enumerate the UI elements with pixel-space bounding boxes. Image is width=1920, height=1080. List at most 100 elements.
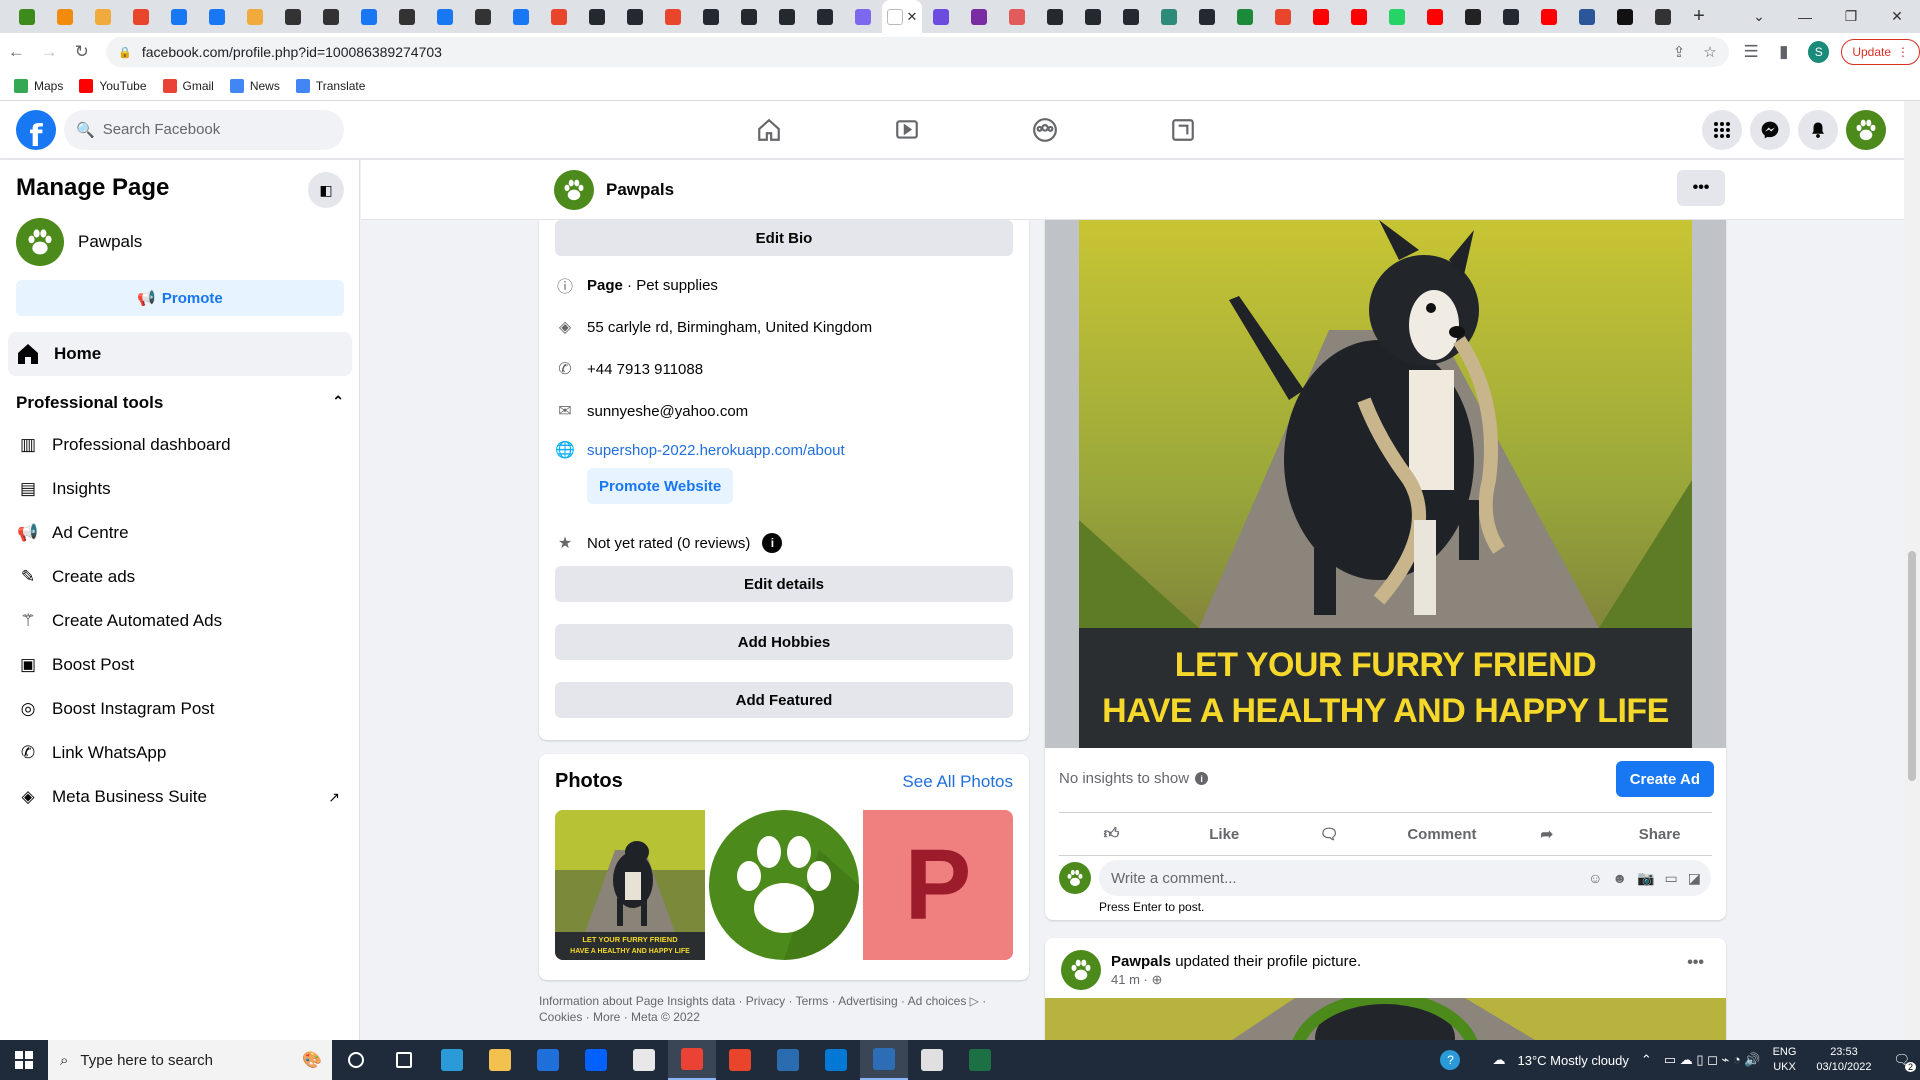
- browser-tab[interactable]: [1492, 0, 1530, 33]
- github-desktop-icon[interactable]: [620, 1040, 668, 1080]
- browser-tab[interactable]: [768, 0, 806, 33]
- browser-tab[interactable]: [502, 0, 540, 33]
- page-scrollbar[interactable]: [1904, 101, 1920, 1041]
- sidebar-item[interactable]: ▥ Professional dashboard: [16, 423, 346, 467]
- dropbox-icon[interactable]: [572, 1040, 620, 1080]
- browser-tab[interactable]: [1150, 0, 1188, 33]
- post2-time[interactable]: 41 m ·: [1111, 972, 1151, 987]
- url-field[interactable]: 🔒 facebook.com/profile.php?id=1000863892…: [106, 37, 1729, 67]
- sticker-icon[interactable]: ◪: [1688, 870, 1701, 887]
- bookmark-gmail[interactable]: Gmail: [162, 78, 214, 93]
- vscode-icon[interactable]: [812, 1040, 860, 1080]
- back-icon[interactable]: ←: [0, 35, 33, 69]
- browser-tab[interactable]: [46, 0, 84, 33]
- edit-bio-button[interactable]: Edit Bio: [555, 220, 1013, 256]
- browser-tab[interactable]: [236, 0, 274, 33]
- help-icon[interactable]: ?: [1440, 1050, 1461, 1070]
- browser-tab[interactable]: [274, 0, 312, 33]
- browser-tab[interactable]: [844, 0, 882, 33]
- browser-tab[interactable]: ✕: [882, 0, 922, 33]
- browser-tab[interactable]: [1226, 0, 1264, 33]
- browser-tab[interactable]: [198, 0, 236, 33]
- more-options-button[interactable]: •••: [1677, 170, 1725, 206]
- browser-tab[interactable]: [998, 0, 1036, 33]
- share-icon[interactable]: ⇪: [1673, 43, 1686, 61]
- sidebar-item[interactable]: ⚚ Create Automated Ads: [16, 599, 346, 643]
- browser-tab[interactable]: [616, 0, 654, 33]
- browser-tab[interactable]: [1340, 0, 1378, 33]
- tray-overflow-icon[interactable]: ⌃: [1641, 1052, 1652, 1068]
- post2-more-button[interactable]: •••: [1687, 954, 1704, 972]
- profile-avatar[interactable]: S: [1808, 41, 1830, 63]
- add-featured-button[interactable]: Add Featured: [555, 682, 1013, 718]
- new-tab-button[interactable]: +: [1682, 5, 1716, 28]
- browser-tab[interactable]: [464, 0, 502, 33]
- add-hobbies-button[interactable]: Add Hobbies: [555, 624, 1013, 660]
- browser-tab[interactable]: [1416, 0, 1454, 33]
- rating-info-icon[interactable]: i: [762, 533, 783, 553]
- side-panel-icon[interactable]: ▮: [1767, 35, 1800, 69]
- tray-icons[interactable]: ▭ ☁ ▯ ◻ ⌁ ◔ 🔊: [1664, 1052, 1761, 1068]
- sidebar-page-profile[interactable]: Pawpals: [16, 218, 142, 266]
- edge-icon[interactable]: [428, 1040, 476, 1080]
- collapse-sidebar-icon[interactable]: ◧: [308, 172, 344, 208]
- comment-button[interactable]: 🗨 Comment: [1277, 813, 1495, 855]
- gaming-nav-icon[interactable]: [1114, 101, 1252, 159]
- update-button[interactable]: Update ⋮: [1841, 39, 1920, 65]
- browser-tab[interactable]: [312, 0, 350, 33]
- like-button[interactable]: 👍︎ Like: [1059, 813, 1277, 855]
- notepad-icon[interactable]: [764, 1040, 812, 1080]
- close-tab-icon[interactable]: ✕: [907, 9, 918, 25]
- photo-thumbnail-paw[interactable]: [709, 810, 859, 960]
- post2-avatar[interactable]: [1061, 950, 1101, 990]
- browser-tab[interactable]: [654, 0, 692, 33]
- browser-tab[interactable]: [1606, 0, 1644, 33]
- minimize-button[interactable]: —: [1782, 0, 1828, 33]
- chrome-icon[interactable]: [668, 1040, 716, 1080]
- language-indicator[interactable]: ENG UKX: [1773, 1045, 1797, 1075]
- search-input[interactable]: 🔍 Search Facebook: [64, 109, 344, 150]
- browser-tab[interactable]: [388, 0, 426, 33]
- task-view-icon[interactable]: [380, 1040, 428, 1080]
- browser-tab[interactable]: [1188, 0, 1226, 33]
- notifications-bell-icon[interactable]: [1798, 110, 1838, 150]
- browser-tab[interactable]: [1568, 0, 1606, 33]
- cortana-icon[interactable]: [332, 1040, 380, 1080]
- create-ad-button[interactable]: Create Ad: [1615, 761, 1714, 797]
- sidebar-item-home[interactable]: Home: [8, 332, 352, 376]
- notifications-icon[interactable]: 🗨 2: [1893, 1052, 1916, 1072]
- taskbar-search-input[interactable]: ⌕ Type here to search 🎨: [48, 1040, 332, 1080]
- browser-tab[interactable]: [1530, 0, 1568, 33]
- app-icon[interactable]: [908, 1040, 956, 1080]
- insights-info-icon[interactable]: i: [1195, 772, 1209, 785]
- scrollbar-thumb[interactable]: [1908, 551, 1916, 781]
- reading-list-icon[interactable]: ☰: [1735, 35, 1768, 69]
- sidebar-item[interactable]: ✆ Link WhatsApp: [16, 731, 346, 775]
- bookmark-star-icon[interactable]: ☆: [1703, 43, 1716, 61]
- weather-text[interactable]: 13°C Mostly cloudy: [1517, 1053, 1628, 1068]
- browser-tab[interactable]: [1454, 0, 1492, 33]
- comment-input[interactable]: Write a comment... ☺ ☻ 📷 ▭ ◪: [1099, 860, 1711, 896]
- browser-tab[interactable]: [122, 0, 160, 33]
- facebook-logo[interactable]: f: [16, 109, 56, 150]
- menu-grid-icon[interactable]: [1702, 110, 1742, 150]
- subheader-page[interactable]: Pawpals: [554, 170, 674, 210]
- browser-tab[interactable]: [692, 0, 730, 33]
- website-link[interactable]: supershop-2022.herokuapp.com/about: [587, 442, 845, 459]
- browser-tab[interactable]: [350, 0, 388, 33]
- post-image[interactable]: LET YOUR FURRY FRIEND HAVE A HEALTHY AND…: [1045, 220, 1726, 748]
- browser-tab[interactable]: [8, 0, 46, 33]
- browser-tab[interactable]: [960, 0, 998, 33]
- sidebar-item[interactable]: ✎ Create ads: [16, 555, 346, 599]
- promote-button[interactable]: 📢 Promote: [16, 280, 344, 316]
- sidebar-item[interactable]: 📢 Ad Centre: [16, 511, 346, 555]
- watch-nav-icon[interactable]: [838, 101, 976, 159]
- gif-icon[interactable]: ▭: [1665, 870, 1678, 887]
- browser-tab[interactable]: [1302, 0, 1340, 33]
- avatar-sticker-icon[interactable]: ☺: [1588, 870, 1602, 887]
- bookmark-news[interactable]: News: [229, 78, 280, 93]
- browser-tab[interactable]: [540, 0, 578, 33]
- browser-tab[interactable]: [426, 0, 464, 33]
- sidebar-item[interactable]: ◈ Meta Business Suite ↗: [16, 775, 346, 819]
- groups-nav-icon[interactable]: [976, 101, 1114, 159]
